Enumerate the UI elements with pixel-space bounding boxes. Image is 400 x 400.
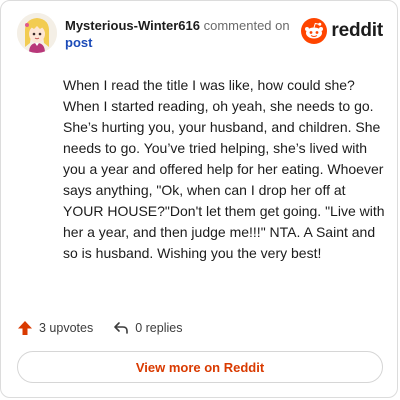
comment-meta: Mysterious-Winter616 commented on post [65,17,295,51]
reddit-wordmark: reddit [331,20,383,41]
username[interactable]: Mysterious-Winter616 [65,18,200,33]
comment-header: Mysterious-Winter616 commented on post r… [17,13,383,57]
comment-body: When I read the title I was like, how co… [63,77,385,261]
view-more-button[interactable]: View more on Reddit [17,351,383,383]
post-link[interactable]: post [65,35,92,50]
user-avatar[interactable] [17,13,57,53]
reply-button[interactable]: 0 replies [113,320,182,336]
upvote-button[interactable]: 3 upvotes [17,320,93,336]
reddit-logo[interactable]: reddit [301,17,383,45]
reply-icon [114,322,129,334]
comment-actions: 3 upvotes 0 replies [17,317,202,339]
reddit-snoo-icon [301,18,328,44]
comment-card: Mysterious-Winter616 commented on post r… [0,0,398,398]
upvotes-count: 3 upvotes [39,321,94,335]
upvote-arrow-icon [18,321,32,335]
commented-label: commented on [203,18,290,33]
replies-count: 0 replies [135,321,183,335]
